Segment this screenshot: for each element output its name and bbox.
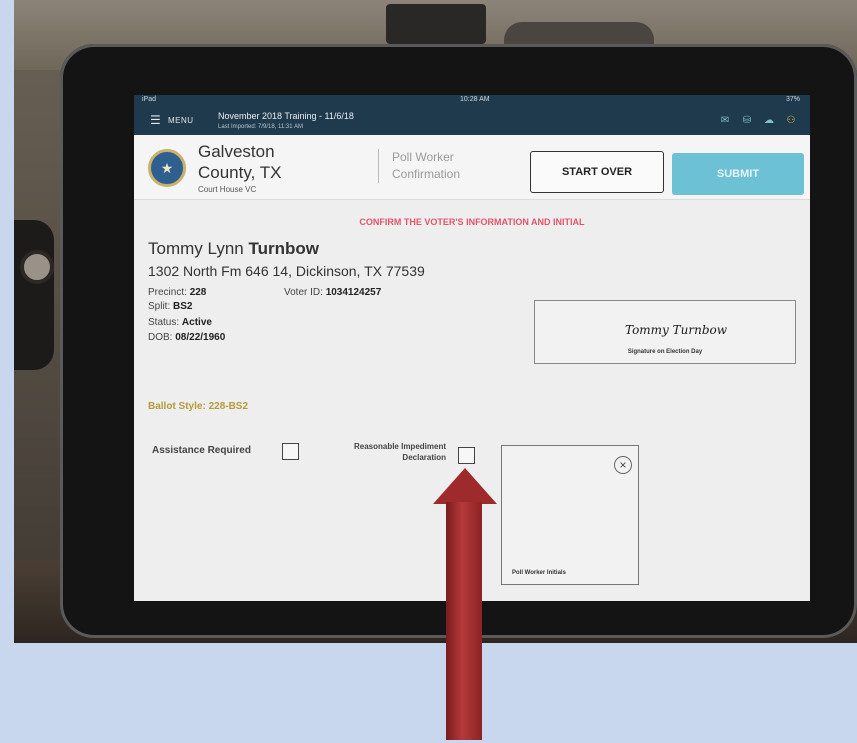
users-icon[interactable]: ⚇ — [784, 115, 798, 127]
signature-label: Signature on Election Day — [627, 349, 703, 355]
split-field: Split: BS2 — [148, 301, 192, 312]
county-header: ★ Galveston County, TX Court House VC Po… — [134, 135, 810, 200]
precinct-label: Precinct: — [148, 287, 187, 298]
status-time: 10:28 AM — [460, 96, 490, 103]
event-title: November 2018 Training - 11/6/18 — [218, 111, 354, 121]
voter-first-middle: Tommy Lynn — [148, 239, 244, 258]
rid-label: Reasonable Impediment Declaration — [353, 442, 446, 462]
split-value: BS2 — [173, 301, 193, 312]
device-label: iPad — [142, 96, 157, 103]
left-device — [14, 220, 54, 370]
monitor — [386, 4, 486, 44]
database-icon[interactable]: ⛁ — [740, 115, 754, 127]
dob-label: DOB: — [148, 332, 173, 343]
voter-name: Tommy Lynn Turnbow — [148, 239, 319, 259]
red-arrow-annotation — [446, 502, 482, 740]
assistance-required-checkbox[interactable] — [282, 443, 299, 460]
instruction-text: CONFIRM THE VOTER'S INFORMATION AND INIT… — [359, 217, 585, 227]
menu-icon[interactable]: ☰ — [150, 114, 161, 126]
dob-field: DOB: 08/22/1960 — [148, 332, 225, 343]
vote-center-name: Court House VC — [198, 185, 257, 194]
split-label: Split: — [148, 301, 171, 312]
left-device-button — [20, 250, 54, 284]
voter-signature: Tommy Turnbow — [625, 323, 728, 337]
assistance-label: Assistance Required — [152, 445, 251, 456]
battery-level: 37% — [785, 96, 800, 103]
menu-button[interactable]: MENU — [168, 116, 194, 125]
ballot-style: Ballot Style: 228-BS2 — [148, 401, 249, 412]
status-label: Status: — [148, 317, 180, 328]
header-icons: ✉ ⛁ ☁ ⚇ — [718, 115, 798, 127]
voter-address: 1302 North Fm 646 14, Dickinson, TX 7753… — [148, 263, 425, 279]
initials-label: Poll Worker Initials — [512, 570, 566, 576]
cloud-upload-icon[interactable]: ☁ — [762, 115, 776, 127]
voter-id-field: Voter ID: 1034124257 — [284, 287, 381, 298]
voter-id-label: Voter ID: — [284, 287, 323, 298]
precinct-field: Precinct: 228 — [148, 287, 206, 298]
voter-last-name: Turnbow — [248, 239, 319, 258]
arrow-head-icon — [433, 468, 497, 504]
poll-worker-initials-pad[interactable]: × Poll Worker Initials — [501, 445, 639, 585]
status-bar: iPad 10:28 AM 37% — [134, 95, 810, 107]
precinct-value: 228 — [189, 287, 207, 298]
header-divider — [378, 149, 379, 183]
module-title: Poll Worker Confirmation — [392, 150, 461, 181]
submit-button[interactable]: SUBMIT — [672, 153, 804, 195]
status-field: Status: Active — [148, 317, 212, 328]
election-day-signature-box: Tommy Turnbow Signature on Election Day — [534, 300, 796, 364]
dob-value: 08/22/1960 — [175, 332, 226, 343]
mail-icon[interactable]: ✉ — [718, 115, 732, 127]
status-value: Active — [181, 317, 212, 328]
app-header: ☰ MENU November 2018 Training - 11/6/18 … — [134, 107, 810, 135]
clear-initials-icon[interactable]: × — [614, 456, 632, 474]
event-subtitle: Last Imported: 7/9/18, 11:31 AM — [218, 124, 303, 130]
county-seal-icon: ★ — [148, 149, 186, 187]
reasonable-impediment-checkbox[interactable] — [458, 447, 475, 464]
voter-id-value: 1034124257 — [325, 287, 382, 298]
start-over-button[interactable]: START OVER — [530, 151, 664, 193]
county-name: Galveston County, TX — [198, 142, 282, 182]
